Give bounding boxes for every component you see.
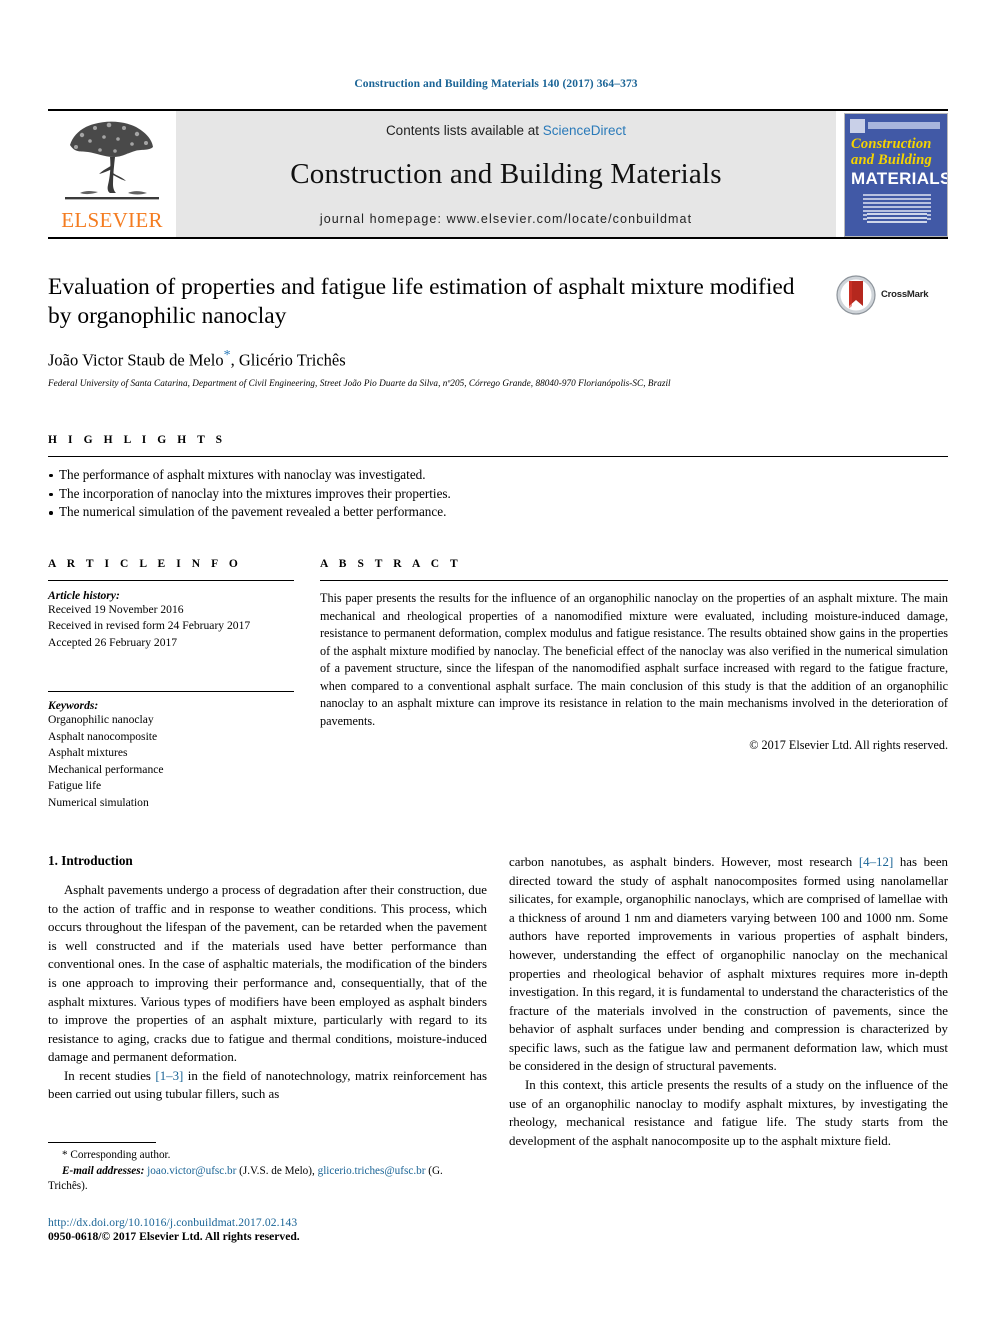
email-link-primary[interactable]: joao.victor@ufsc.br <box>147 1165 236 1177</box>
paragraph: Asphalt pavements undergo a process of d… <box>48 883 487 1065</box>
masthead-center: Contents lists available at ScienceDirec… <box>176 111 836 237</box>
footnote-block: * Corresponding author. E-mail addresses… <box>48 1142 478 1195</box>
issn-copyright: 0950-0618/© 2017 Elsevier Ltd. All right… <box>48 1230 300 1243</box>
highlights-heading: H I G H L I G H T S <box>48 433 227 446</box>
corresponding-author-note: * Corresponding author. <box>62 1149 171 1161</box>
body-column-left: 1. Introduction Asphalt pavements underg… <box>48 853 487 1150</box>
history-received: Received 19 November 2016 <box>48 603 184 617</box>
cover-line-2: and Building <box>851 152 932 168</box>
email-addresses-note: E-mail addresses: joao.victor@ufsc.br (J… <box>48 1164 478 1195</box>
journal-title: Construction and Building Materials <box>290 157 722 190</box>
footer-doi-block: http://dx.doi.org/10.1016/j.conbuildmat.… <box>48 1216 488 1243</box>
highlights-list: The performance of asphalt mixtures with… <box>48 466 948 522</box>
elsevier-logo: ELSEVIER <box>48 111 176 237</box>
article-page: Construction and Building Materials 140 … <box>0 0 992 1323</box>
running-head: Construction and Building Materials 140 … <box>354 78 638 90</box>
elsevier-wordmark: ELSEVIER <box>61 208 163 232</box>
abstract-section: A B S T R A C T This paper presents the … <box>316 558 948 811</box>
doi-link[interactable]: http://dx.doi.org/10.1016/j.conbuildmat.… <box>48 1216 488 1229</box>
article-info-rule <box>48 580 294 582</box>
history-accepted: Accepted 26 February 2017 <box>48 635 178 649</box>
keyword-item: Asphalt mixtures <box>48 746 128 760</box>
journal-masthead: ELSEVIER Contents lists available at Sci… <box>48 109 948 237</box>
page-title: Evaluation of properties and fatigue lif… <box>48 274 795 329</box>
paragraph: In recent studies [1–3] in the field of … <box>48 1067 487 1104</box>
email-label: E-mail addresses: <box>62 1164 145 1177</box>
author-secondary: , Glicério Trichês <box>230 350 346 370</box>
abstract-copyright: © 2017 Elsevier Ltd. All rights reserved… <box>749 737 948 752</box>
cover-footer-block <box>867 213 927 224</box>
author-list: João Victor Staub de Melo*, Glicério Tri… <box>48 348 822 371</box>
paragraph-text: carbon nanotubes, as asphalt binders. Ho… <box>509 855 859 870</box>
corresponding-author-marker[interactable]: * <box>224 348 231 363</box>
article-history-block: Article history: Received 19 November 20… <box>48 589 294 651</box>
journal-homepage-link[interactable]: journal homepage: www.elsevier.com/locat… <box>182 212 830 226</box>
elsevier-tree-icon <box>65 121 159 200</box>
list-item: The performance of asphalt mixtures with… <box>48 466 948 485</box>
email-attr-primary: (J.V.S. de Melo), <box>236 1164 318 1177</box>
info-abstract-row: A R T I C L E I N F O Article history: R… <box>48 558 948 811</box>
paragraph: In this context, this article presents t… <box>509 1078 948 1148</box>
paragraph-text: has been directed toward the study of as… <box>509 855 948 1074</box>
history-revised: Received in revised form 24 February 201… <box>48 619 251 633</box>
sciencedirect-link[interactable]: ScienceDirect <box>543 123 626 138</box>
cover-elsevier-icon <box>850 119 865 133</box>
paragraph-text: In recent studies <box>64 1068 156 1083</box>
abstract-text: This paper presents the results for the … <box>320 591 948 728</box>
citation-ref[interactable]: [4–12] <box>859 855 893 869</box>
journal-cover-thumbnail[interactable]: Construction and Building MATERIALS <box>844 113 948 237</box>
article-info-section: A R T I C L E I N F O Article history: R… <box>48 558 316 811</box>
contents-prefix: Contents lists available at <box>385 123 543 138</box>
footnote-rule <box>48 1142 156 1143</box>
abstract-rule <box>320 580 948 582</box>
cover-line-1: Construction <box>851 136 932 152</box>
masthead-bottom-rule <box>48 237 948 239</box>
title-block: Evaluation of properties and fatigue lif… <box>48 273 948 388</box>
cover-line-3: MATERIALS <box>851 169 948 188</box>
paragraph: carbon nanotubes, as asphalt binders. Ho… <box>509 853 948 1076</box>
crossmark-label: CrossMark <box>881 289 929 300</box>
body-columns: 1. Introduction Asphalt pavements underg… <box>48 853 948 1150</box>
keywords-block: Keywords: Organophilic nanoclay Asphalt … <box>48 663 294 811</box>
keywords-rule <box>48 691 294 693</box>
keyword-item: Numerical simulation <box>48 795 149 809</box>
keyword-item: Mechanical performance <box>48 762 164 776</box>
citation-ref[interactable]: [1–3] <box>155 1069 183 1083</box>
crossmark-icon <box>836 275 876 315</box>
article-info-heading: A R T I C L E I N F O <box>48 558 242 571</box>
email-link-secondary[interactable]: glicerio.triches@ufsc.br <box>318 1165 426 1177</box>
abstract-heading: A B S T R A C T <box>320 558 462 571</box>
body-column-right: carbon nanotubes, as asphalt binders. Ho… <box>509 853 948 1150</box>
contents-available-line: Contents lists available at ScienceDirec… <box>182 123 830 138</box>
keyword-item: Asphalt nanocomposite <box>48 729 158 743</box>
list-item: The numerical simulation of the pavement… <box>48 503 948 522</box>
affiliation: Federal University of Santa Catarina, De… <box>48 377 671 388</box>
highlights-section: H I G H L I G H T S The performance of a… <box>48 434 948 522</box>
keyword-item: Fatigue life <box>48 779 102 793</box>
keyword-item: Organophilic nanoclay <box>48 713 154 727</box>
keywords-label: Keywords: <box>48 699 99 713</box>
article-history-label: Article history: <box>48 589 120 603</box>
section-heading-introduction: 1. Introduction <box>48 853 133 869</box>
list-item: The incorporation of nanoclay into the m… <box>48 485 948 504</box>
cover-top-bar <box>868 122 940 129</box>
crossmark-badge[interactable]: CrossMark <box>836 273 948 388</box>
author-primary: João Victor Staub de Melo <box>48 350 224 370</box>
highlights-rule <box>48 455 948 457</box>
